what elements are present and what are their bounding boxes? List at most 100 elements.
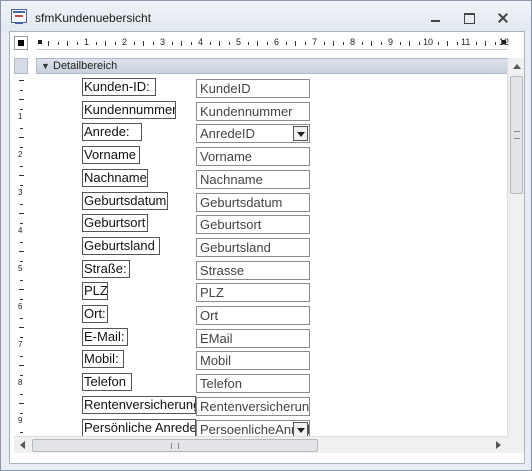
ruler-tick <box>19 80 24 81</box>
horizontal-scrollbar[interactable] <box>14 436 507 453</box>
text-box-control[interactable]: Rentenversicherungsnummer <box>196 396 310 416</box>
field-label[interactable]: Telefon <box>82 373 132 392</box>
field-control-source: PLZ <box>200 285 224 301</box>
ruler-tick <box>19 137 24 138</box>
field-control-source: Vorname <box>200 149 253 165</box>
scroll-right-icon[interactable] <box>490 437 507 454</box>
section-label: Detailbereich <box>53 60 118 72</box>
field-control-source: Mobil <box>200 353 232 369</box>
detail-section[interactable]: Kunden-ID: KundeID Kundennummer Kundennumme… <box>36 76 508 439</box>
vertical-scroll-thumb[interactable] <box>510 76 523 194</box>
field-label[interactable]: Straße: <box>82 259 130 278</box>
form-selector-box[interactable] <box>14 36 28 50</box>
ruler-tick <box>105 41 106 46</box>
ruler-tick <box>209 42 211 45</box>
field-label[interactable]: PLZ: <box>82 282 108 301</box>
text-box-control[interactable]: KundeID <box>196 79 310 98</box>
ruler-tick <box>285 42 287 45</box>
text-box-control[interactable]: Geburtsdatum <box>196 192 310 212</box>
ruler-number: 5 <box>236 37 242 47</box>
field-label[interactable]: Vorname <box>82 146 140 165</box>
text-box-control[interactable]: Kundennummer <box>196 101 310 121</box>
text-box-control[interactable]: Strasse <box>196 260 310 280</box>
text-box-control[interactable]: Geburtsland <box>196 237 310 257</box>
ruler-number: 9 <box>388 37 394 47</box>
ruler-number: 2 <box>122 37 128 47</box>
text-box-control[interactable]: Ort <box>196 306 310 325</box>
ruler-number: 9 <box>18 416 23 425</box>
ruler-tick <box>437 42 439 45</box>
ruler-tick <box>19 99 24 100</box>
field-label[interactable]: Kunden-ID: <box>82 78 156 96</box>
field-label[interactable]: Kundennummer <box>82 100 176 119</box>
ruler-tick <box>380 42 382 45</box>
ruler-tick <box>20 336 23 338</box>
vertical-ruler[interactable]: 1 2 3 4 5 6 7 8 9 <box>14 76 28 436</box>
field-label[interactable]: Rentenversicherungsnummer <box>82 395 196 414</box>
scroll-up-icon[interactable] <box>508 58 525 75</box>
ruler-tick <box>20 317 23 319</box>
combo-box-control[interactable]: AnredeID <box>196 124 310 144</box>
ruler-number: 3 <box>18 188 23 197</box>
ruler-tick <box>257 41 258 46</box>
field-label[interactable]: Anrede: <box>82 123 142 142</box>
horizontal-ruler[interactable]: 1 2 3 4 5 6 7 8 9 10 11 12 <box>36 36 509 50</box>
vertical-scrollbar[interactable] <box>507 58 524 450</box>
title-bar[interactable]: sfmKundenuebersicht <box>1 1 531 31</box>
field-label[interactable]: Ort: <box>82 305 108 323</box>
size-grip <box>507 436 524 453</box>
section-header-detail[interactable]: ▼ Detailbereich <box>36 58 508 74</box>
ruler-tick <box>67 41 68 46</box>
ruler-number: 1 <box>18 112 23 121</box>
ruler-tick <box>143 41 144 46</box>
field-label[interactable]: Nachname <box>82 168 148 187</box>
field-label[interactable]: Mobil: <box>82 350 124 369</box>
text-box-control[interactable]: EMail <box>196 328 310 348</box>
ruler-tick <box>19 175 24 176</box>
field-control-source: Telefon <box>200 376 242 392</box>
horizontal-scroll-thumb[interactable] <box>32 439 318 452</box>
text-box-control[interactable]: PLZ <box>196 283 310 303</box>
ruler-number: 6 <box>274 37 280 47</box>
form-design-window: sfmKundenuebersicht 1 2 3 4 5 6 7 8 9 10 11 12 ▼ De… <box>0 0 532 471</box>
close-button[interactable] <box>492 11 514 25</box>
ruler-tick <box>20 374 23 376</box>
ruler-number: 8 <box>18 378 23 387</box>
field-label[interactable]: Persönliche Anrede <box>82 418 196 437</box>
text-box-control[interactable]: Telefon <box>196 374 310 394</box>
ruler-tick <box>20 89 23 91</box>
dropdown-arrow-icon[interactable] <box>293 126 308 142</box>
ruler-tick <box>76 42 78 45</box>
ruler-tick <box>19 403 24 404</box>
ruler-number: 4 <box>198 37 204 47</box>
section-selector[interactable] <box>14 58 28 74</box>
ruler-tick <box>20 146 23 148</box>
ruler-tick <box>20 165 23 167</box>
ruler-tick <box>20 412 23 414</box>
minimize-button[interactable] <box>425 11 447 25</box>
field-control-source: Nachname <box>200 171 263 187</box>
ruler-tick <box>409 41 410 46</box>
ruler-tick <box>333 41 334 46</box>
ruler-tick <box>19 213 24 214</box>
text-box-control[interactable]: Vorname <box>196 147 310 167</box>
ruler-tick <box>447 41 448 46</box>
text-box-control[interactable]: Mobil <box>196 351 310 371</box>
text-box-control[interactable]: Geburtsort <box>196 215 310 235</box>
ruler-tick <box>295 41 296 46</box>
ruler-number: 7 <box>18 340 23 349</box>
dropdown-arrow-icon[interactable] <box>293 421 308 437</box>
ruler-tick <box>20 222 23 224</box>
ruler-tick <box>304 42 306 45</box>
field-label[interactable]: Geburtsdatum <box>82 191 168 210</box>
field-label[interactable]: Geburtsort <box>82 214 148 233</box>
scroll-left-icon[interactable] <box>14 437 31 454</box>
text-box-control[interactable]: Nachname <box>196 169 310 189</box>
maximize-button[interactable] <box>458 11 480 25</box>
field-control-source: Ort <box>200 308 219 323</box>
field-label[interactable]: E-Mail: <box>82 327 128 346</box>
ruler-tick <box>323 42 325 45</box>
ruler-tick <box>20 127 23 129</box>
field-label[interactable]: Geburtsland <box>82 236 160 255</box>
section-marker-icon: ▼ <box>41 61 50 71</box>
